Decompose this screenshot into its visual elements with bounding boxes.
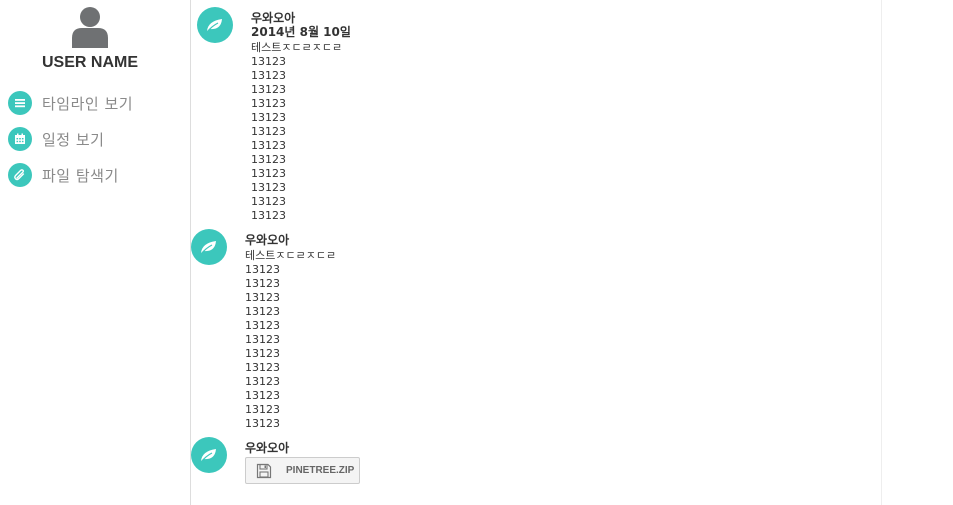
sidebar-item-file-explorer[interactable]: 파일 탐색기 <box>8 162 183 188</box>
post-line: 13123 <box>251 55 286 68</box>
user-avatar-icon <box>72 7 108 48</box>
post-line: 13123 <box>251 69 286 82</box>
calendar-icon <box>8 127 32 151</box>
post-line: 13123 <box>245 375 280 388</box>
post-line: 13123 <box>251 153 286 166</box>
post-line: 13123 <box>251 83 286 96</box>
post-line: 13123 <box>245 389 280 402</box>
post-body: 테스트ㅈㄷㄹㅈㄷㄹ 13123 13123 13123 13123 13123 … <box>251 41 342 223</box>
file-attachment-button[interactable]: PINETREE.ZIP <box>245 457 360 484</box>
sidebar: USER NAME 타임라인 보기 일정 보기 파일 탐색기 <box>0 0 191 505</box>
content-right-border <box>881 0 882 505</box>
list-icon <box>8 91 32 115</box>
post-line: 13123 <box>245 319 280 332</box>
leaf-icon <box>191 437 227 473</box>
leaf-icon <box>197 7 233 43</box>
post-line: 13123 <box>251 181 286 194</box>
post-line: 13123 <box>245 403 280 416</box>
post-author: 우와오아 <box>245 233 290 247</box>
post-body: 테스트ㅈㄷㄹㅈㄷㄹ 13123 13123 13123 13123 13123 … <box>245 249 336 431</box>
post-line: 13123 <box>245 263 280 276</box>
paperclip-icon <box>8 163 32 187</box>
post-line: 13123 <box>251 167 286 180</box>
sidebar-item-label: 타임라인 보기 <box>42 94 134 113</box>
post-line: 13123 <box>245 333 280 346</box>
floppy-disk-icon <box>256 463 272 478</box>
sidebar-item-schedule[interactable]: 일정 보기 <box>8 126 183 152</box>
sidebar-item-timeline[interactable]: 타임라인 보기 <box>8 90 183 116</box>
post-line: 13123 <box>251 125 286 138</box>
sidebar-item-label: 파일 탐색기 <box>42 166 119 185</box>
post-line: 13123 <box>251 111 286 124</box>
post-line: 13123 <box>251 195 286 208</box>
leaf-icon <box>191 229 227 265</box>
post-line: 13123 <box>245 277 280 290</box>
post-line: 13123 <box>245 417 280 430</box>
file-name: PINETREE.ZIP <box>286 465 355 476</box>
post-line: 13123 <box>245 347 280 360</box>
post-line: 테스트ㅈㄷㄹㅈㄷㄹ <box>245 249 337 262</box>
post-author: 우와오아 <box>245 441 290 455</box>
post-line: 13123 <box>245 361 280 374</box>
post-line: 13123 <box>245 291 280 304</box>
post-date: 2014년 8월 10일 <box>251 25 351 39</box>
post-line: 테스트ㅈㄷㄹㅈㄷㄹ <box>251 41 343 54</box>
sidebar-item-label: 일정 보기 <box>42 130 105 149</box>
post-line: 13123 <box>245 305 280 318</box>
post-line: 13123 <box>251 139 286 152</box>
post-line: 13123 <box>251 97 286 110</box>
post-line: 13123 <box>251 209 286 222</box>
user-name: USER NAME <box>41 54 138 71</box>
